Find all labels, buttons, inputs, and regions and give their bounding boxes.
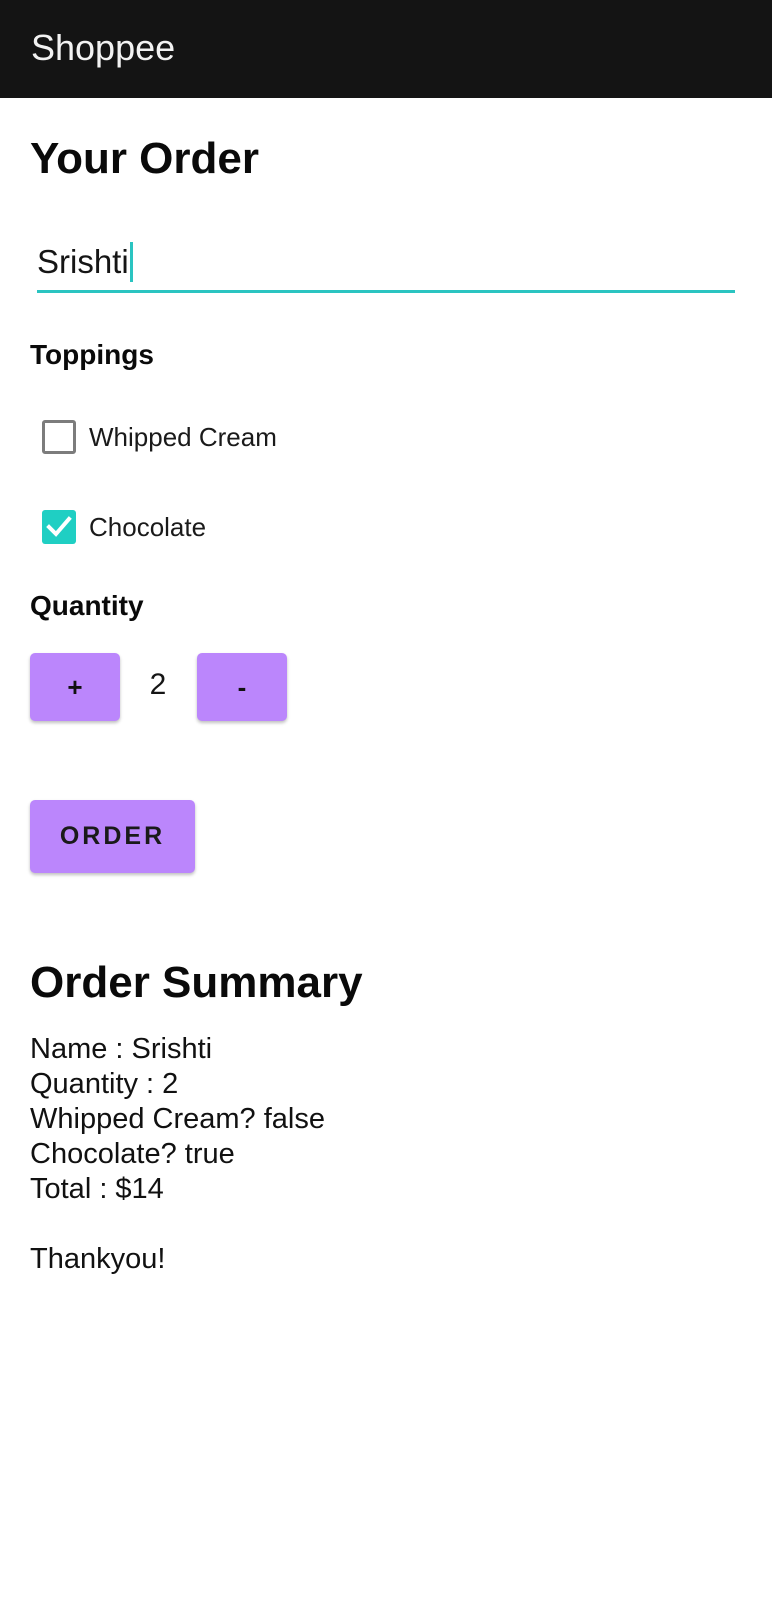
chocolate-checkbox-row[interactable]: Chocolate	[42, 509, 206, 545]
quantity-value: 2	[149, 668, 167, 701]
your-order-heading: Your Order	[30, 134, 260, 183]
whipped-cream-checkbox[interactable]	[42, 420, 76, 454]
summary-quantity-line: Quantity : 2	[30, 1068, 179, 1100]
increment-button[interactable]: +	[30, 653, 120, 721]
summary-whipped-cream-line: Whipped Cream? false	[30, 1103, 325, 1135]
text-cursor	[129, 242, 133, 282]
app-bar: Shoppee	[0, 0, 772, 98]
summary-name-line: Name : Srishti	[30, 1033, 213, 1065]
order-summary-heading: Order Summary	[30, 958, 363, 1007]
toppings-label: Toppings	[30, 339, 154, 370]
decrement-button[interactable]: -	[197, 653, 287, 721]
name-input-value: Srishti	[37, 243, 129, 280]
whipped-cream-label[interactable]: Whipped Cream	[89, 420, 277, 454]
summary-chocolate-line: Chocolate? true	[30, 1138, 235, 1170]
summary-thanks-line: Thankyou!	[30, 1243, 166, 1275]
name-input[interactable]: Srishti	[37, 238, 735, 293]
quantity-label: Quantity	[30, 590, 144, 621]
checkmark-icon	[46, 516, 72, 537]
order-screen: Your Order Srishti Toppings Whipped Crea…	[0, 98, 772, 1600]
summary-total-line: Total : $14	[30, 1173, 164, 1205]
chocolate-checkbox[interactable]	[42, 510, 76, 544]
chocolate-label[interactable]: Chocolate	[89, 510, 206, 544]
whipped-cream-checkbox-row[interactable]: Whipped Cream	[42, 419, 277, 455]
order-button[interactable]: ORDER	[30, 800, 195, 873]
app-title: Shoppee	[31, 27, 176, 68]
